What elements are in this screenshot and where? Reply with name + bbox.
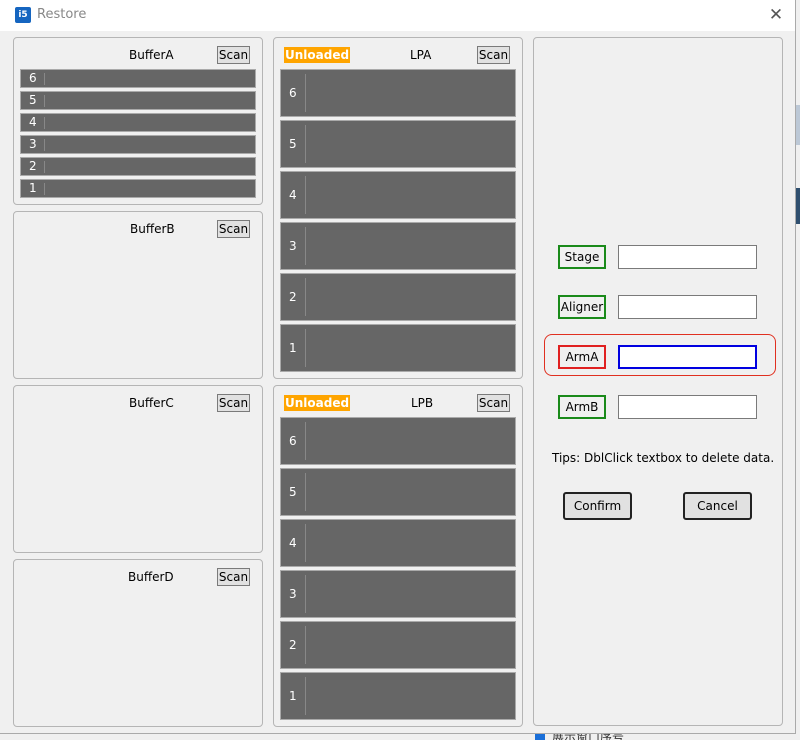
slot-number: 2 (29, 159, 37, 173)
arm-a-label: ArmA (558, 345, 606, 369)
slot-number: 3 (29, 137, 37, 151)
cancel-button[interactable]: Cancel (683, 492, 752, 520)
lpb-slot-6[interactable]: 6 (280, 417, 516, 465)
slot-divider (305, 422, 306, 460)
buffer-a-scan-button[interactable]: Scan (217, 46, 250, 64)
slot-divider (44, 139, 45, 151)
lpb-slot-3[interactable]: 3 (280, 570, 516, 618)
background-checkbox (535, 733, 545, 740)
aligner-field[interactable] (618, 295, 757, 319)
slot-divider (305, 575, 306, 613)
lpa-slot-5[interactable]: 5 (280, 120, 516, 168)
lpb-panel: Unloaded LPB Scan 6 5 4 3 2 1 (273, 385, 523, 727)
buffer-a-slot-3[interactable]: 3 (20, 135, 256, 154)
slot-number: 6 (29, 71, 37, 85)
slot-number: 5 (289, 137, 297, 151)
buffer-d-scan-button[interactable]: Scan (217, 568, 250, 586)
buffer-d-panel: BufferD Scan (13, 559, 263, 727)
slot-divider (305, 626, 306, 664)
stage-field[interactable] (618, 245, 757, 269)
lpb-slot-4[interactable]: 4 (280, 519, 516, 567)
buffer-b-scan-button[interactable]: Scan (217, 220, 250, 238)
slot-divider (305, 227, 306, 265)
lpa-slot-2[interactable]: 2 (280, 273, 516, 321)
slot-divider (305, 176, 306, 214)
lpb-scan-button[interactable]: Scan (477, 394, 510, 412)
lpb-slot-1[interactable]: 1 (280, 672, 516, 720)
confirm-button[interactable]: Confirm (563, 492, 632, 520)
slot-divider (44, 73, 45, 85)
slot-divider (44, 95, 45, 107)
slot-divider (305, 125, 306, 163)
lpb-slot-5[interactable]: 5 (280, 468, 516, 516)
window-title: Restore (37, 7, 87, 22)
lpa-scan-button[interactable]: Scan (477, 46, 510, 64)
arm-b-label: ArmB (558, 395, 606, 419)
close-icon[interactable]: ✕ (764, 3, 788, 27)
buffer-a-slot-1[interactable]: 1 (20, 179, 256, 198)
location-panel: Stage Aligner ArmA ArmB Tips: DblClick t… (533, 37, 783, 726)
slot-number: 3 (289, 587, 297, 601)
slot-divider (305, 329, 306, 367)
title-bar: i5 Restore ✕ (0, 0, 795, 31)
slot-divider (305, 473, 306, 511)
buffer-d-title: BufferD (128, 570, 174, 584)
tips-text: Tips: DblClick textbox to delete data. (552, 451, 775, 465)
buffer-b-panel: BufferB Scan (13, 211, 263, 379)
lpa-slot-3[interactable]: 3 (280, 222, 516, 270)
buffer-a-title: BufferA (129, 48, 174, 62)
buffer-a-slot-5[interactable]: 5 (20, 91, 256, 110)
buffer-c-title: BufferC (129, 396, 174, 410)
lpb-title: LPB (411, 396, 434, 410)
slot-number: 1 (289, 341, 297, 355)
slot-number: 6 (289, 434, 297, 448)
slot-number: 1 (289, 689, 297, 703)
buffer-c-scan-button[interactable]: Scan (217, 394, 250, 412)
slot-divider (305, 74, 306, 112)
lpa-slot-6[interactable]: 6 (280, 69, 516, 117)
lpa-title: LPA (410, 48, 432, 62)
slot-divider (44, 117, 45, 129)
slot-number: 2 (289, 290, 297, 304)
lpa-slot-4[interactable]: 4 (280, 171, 516, 219)
slot-number: 4 (29, 115, 37, 129)
slot-number: 6 (289, 86, 297, 100)
stage-label: Stage (558, 245, 606, 269)
slot-number: 5 (29, 93, 37, 107)
slot-divider (44, 183, 45, 195)
buffer-a-slot-2[interactable]: 2 (20, 157, 256, 176)
slot-number: 3 (289, 239, 297, 253)
lpa-slot-1[interactable]: 1 (280, 324, 516, 372)
slot-number: 4 (289, 188, 297, 202)
aligner-label: Aligner (558, 295, 606, 319)
buffer-b-title: BufferB (130, 222, 175, 236)
buffer-c-panel: BufferC Scan (13, 385, 263, 553)
slot-number: 4 (289, 536, 297, 550)
restore-dialog: i5 Restore ✕ BufferA Scan 6 5 4 3 2 1 Bu… (0, 0, 796, 734)
lpa-status-badge: Unloaded (284, 47, 351, 63)
arm-b-field[interactable] (618, 395, 757, 419)
slot-divider (305, 677, 306, 715)
slot-divider (44, 161, 45, 173)
slot-divider (305, 524, 306, 562)
lpb-slot-2[interactable]: 2 (280, 621, 516, 669)
slot-divider (305, 278, 306, 316)
lpa-panel: Unloaded LPA Scan 6 5 4 3 2 1 (273, 37, 523, 379)
slot-number: 2 (289, 638, 297, 652)
lpb-status-badge: Unloaded (284, 395, 351, 411)
buffer-a-panel: BufferA Scan 6 5 4 3 2 1 (13, 37, 263, 205)
buffer-a-slot-6[interactable]: 6 (20, 69, 256, 88)
arm-a-field[interactable] (618, 345, 757, 369)
slot-number: 5 (289, 485, 297, 499)
buffer-a-slot-4[interactable]: 4 (20, 113, 256, 132)
app-icon: i5 (15, 7, 31, 23)
slot-number: 1 (29, 181, 37, 195)
